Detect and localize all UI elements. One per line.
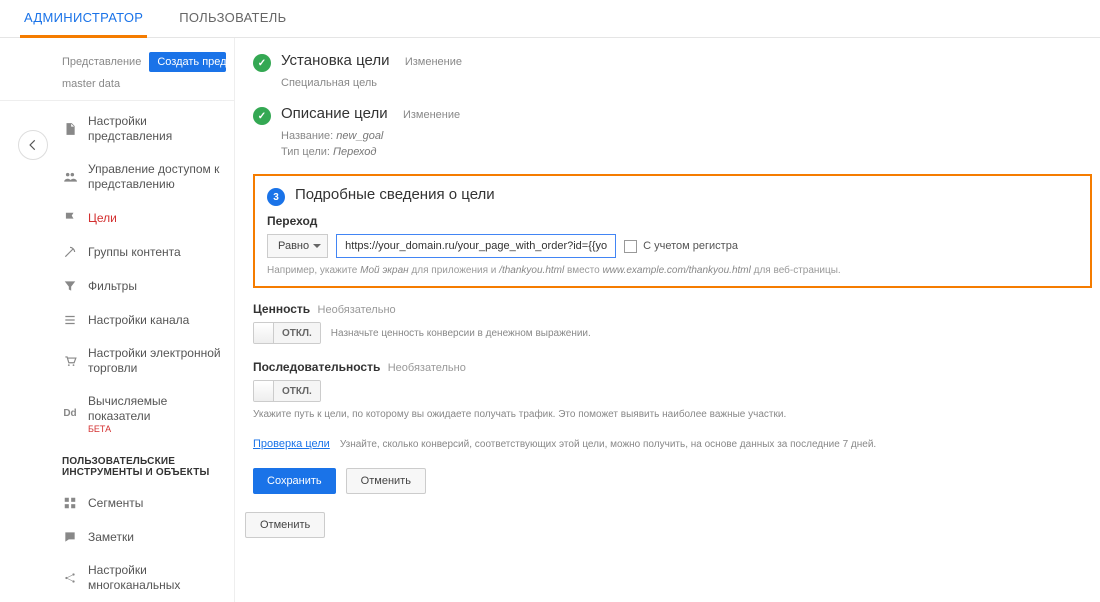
list-icon [62,312,78,328]
note-icon [62,529,78,545]
beta-badge: БЕТА [88,424,226,435]
create-view-button[interactable]: Создать представл... [149,52,226,72]
view-label: Представление [62,56,141,68]
verify-text: Узнайте, сколько конверсий, соответствую… [340,438,876,452]
sidebar-item-label: Группы контента [88,245,181,260]
sidebar-item-content-grouping[interactable]: Группы контента [62,235,234,269]
sidebar-section-title: ПОЛЬЗОВАТЕЛЬСКИЕ ИНСТРУМЕНТЫ И ОБЪЕКТЫ [62,444,234,486]
step-2-title: Описание цели [281,105,388,122]
sidebar-item-view-settings[interactable]: Настройки представления [62,105,234,153]
destination-hint: Например, укажите Мой экран для приложен… [267,264,1078,278]
funnel-section: Последовательность Необязательно ОТКЛ. У… [253,360,1100,422]
filter-icon [62,278,78,294]
sidebar-item-label: Цели [88,211,117,226]
sidebar-item-label: Вычисляемые показатели [88,394,226,424]
step-3-number-badge: 3 [267,188,285,206]
match-type-select[interactable]: Равно [267,234,328,258]
tab-admin[interactable]: АДМИНИСТРАТОР [20,4,147,38]
step-2-subtitle: Название: new_goal Тип цели: Переход [281,129,1100,160]
sidebar-item-segments[interactable]: Сегменты [62,486,234,520]
step-1-title: Установка цели [281,52,389,69]
value-desc: Назначьте ценность конверсии в денежном … [331,328,591,339]
case-sensitive-checkbox[interactable] [624,240,637,253]
sidebar-item-label: Настройки канала [88,313,189,328]
value-optional: Необязательно [318,304,396,316]
save-button[interactable]: Сохранить [253,468,336,494]
step-1-subtitle: Специальная цель [281,76,1100,91]
sidebar-item-label: Фильтры [88,279,137,294]
sidebar-item-label: Сегменты [88,496,143,511]
cancel-button[interactable]: Отменить [346,468,426,494]
step-2: ✓ Описание цели Изменение [253,105,1100,125]
verify-goal-link[interactable]: Проверка цели [253,438,330,450]
check-icon: ✓ [253,107,271,125]
sidebar-item-filters[interactable]: Фильтры [62,269,234,303]
channels-icon [62,570,78,586]
step-1-edit-link[interactable]: Изменение [405,56,462,68]
document-icon [62,121,78,137]
funnel-desc: Укажите путь к цели, по которому вы ожид… [253,408,1100,422]
sidebar-item-channel-settings[interactable]: Настройки канала [62,303,234,337]
cancel-all-button[interactable]: Отменить [245,512,325,538]
segments-icon [62,495,78,511]
sidebar-item-label: Управление доступом к представлению [88,162,226,192]
flag-icon [62,210,78,226]
value-label: Ценность [253,302,310,316]
sidebar-item-user-management[interactable]: Управление доступом к представлению [62,153,234,201]
verify-section: Проверка цели Узнайте, сколько конверсий… [253,438,1100,452]
cart-icon [62,353,78,369]
sidebar-item-label: Настройки электронной торговли [88,346,226,376]
destination-label: Переход [267,214,1078,228]
funnel-label: Последовательность [253,360,380,374]
sidebar-item-label: Заметки [88,530,134,545]
main-content: ✓ Установка цели Изменение Специальная ц… [235,38,1100,602]
back-button[interactable] [18,130,48,160]
check-icon: ✓ [253,54,271,72]
sidebar-item-ecommerce-settings[interactable]: Настройки электронной торговли [62,337,234,385]
value-section: Ценность Необязательно ОТКЛ. Назначьте ц… [253,302,1100,344]
tab-user[interactable]: ПОЛЬЗОВАТЕЛЬ [175,4,290,37]
funnel-toggle[interactable]: ОТКЛ. [253,380,321,402]
top-tabs: АДМИНИСТРАТОР ПОЛЬЗОВАТЕЛЬ [0,0,1100,38]
sidebar-item-multichannel[interactable]: Настройки многоканальных [62,554,234,602]
funnel-optional: Необязательно [388,362,466,374]
sidebar-item-goals[interactable]: Цели [62,201,234,235]
step-1: ✓ Установка цели Изменение [253,52,1100,72]
arrow-left-icon [26,138,40,152]
case-sensitive-label: С учетом регистра [643,240,738,252]
step-3-title: Подробные сведения о цели [295,186,495,203]
step-2-edit-link[interactable]: Изменение [403,109,460,121]
pickaxe-icon [62,244,78,260]
destination-url-input[interactable] [336,234,616,258]
sidebar-item-label: Настройки многоканальных [88,563,226,593]
sidebar: Представление Создать представл... maste… [0,38,235,602]
dd-icon: Dd [62,407,78,423]
sidebar-item-annotations[interactable]: Заметки [62,520,234,554]
view-name: master data [0,76,234,101]
value-toggle[interactable]: ОТКЛ. [253,322,321,344]
sidebar-item-label: Настройки представления [88,114,226,144]
goal-details-highlight: 3 Подробные сведения о цели Переход Равн… [253,174,1092,288]
sidebar-item-calculated-metrics[interactable]: Dd Вычисляемые показатели БЕТА [62,385,234,444]
users-icon [62,169,78,185]
